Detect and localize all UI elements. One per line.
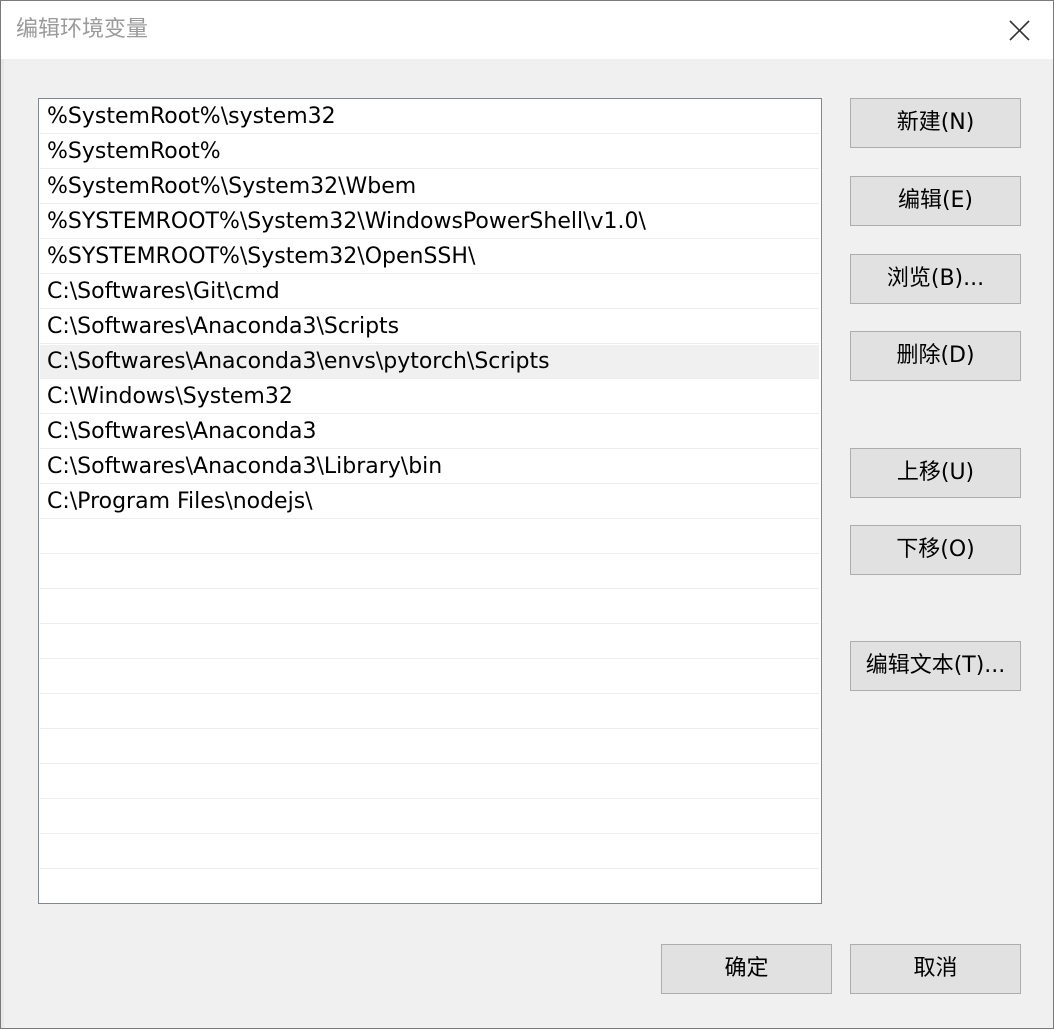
empty-list-row[interactable] — [40, 835, 819, 869]
ok-button[interactable]: 确定 — [661, 944, 832, 994]
left-edge — [1, 59, 4, 1028]
new-button[interactable]: 新建(N) — [850, 98, 1021, 148]
window-title: 编辑环境变量 — [16, 17, 149, 42]
empty-list-row[interactable] — [40, 800, 819, 834]
edit-env-variable-dialog: 编辑环境变量 %SystemRoot%\system32 %SystemRoot%… — [0, 0, 1054, 1029]
list-item-text: C:\Softwares\Anaconda3\Scripts — [47, 314, 400, 339]
list-item[interactable]: %SystemRoot%\system32 — [40, 100, 819, 134]
cancel-button[interactable]: 取消 — [850, 944, 1021, 994]
browse-button[interactable]: 浏览(B)... — [850, 254, 1021, 304]
empty-list-row[interactable] — [40, 870, 819, 903]
list-item-text: C:\Softwares\Anaconda3\envs\pytorch\Scri… — [47, 349, 550, 374]
edit-text-button[interactable]: 编辑文本(T)... — [850, 641, 1021, 691]
list-item-text: C:\Softwares\Anaconda3 — [47, 419, 317, 444]
empty-list-row[interactable] — [40, 765, 819, 799]
title-bar: 编辑环境变量 — [1, 1, 1053, 59]
list-item-text: %SystemRoot%\system32 — [47, 104, 336, 129]
list-item-text: C:\Softwares\Anaconda3\Library\bin — [47, 454, 443, 479]
move-down-button[interactable]: 下移(O) — [850, 525, 1021, 575]
list-item-text: C:\Program Files\nodejs\ — [47, 489, 313, 514]
empty-list-row[interactable] — [40, 555, 819, 589]
list-item[interactable]: C:\Program Files\nodejs\ — [40, 485, 819, 519]
list-item[interactable]: C:\Softwares\Anaconda3\envs\pytorch\Scri… — [40, 345, 819, 379]
list-item[interactable]: C:\Softwares\Anaconda3\Library\bin — [40, 450, 819, 484]
move-up-button[interactable]: 上移(U) — [850, 448, 1021, 498]
list-item[interactable]: %SYSTEMROOT%\System32\OpenSSH\ — [40, 240, 819, 274]
empty-list-row[interactable] — [40, 590, 819, 624]
empty-list-row[interactable] — [40, 625, 819, 659]
empty-list-row[interactable] — [40, 660, 819, 694]
list-item[interactable]: C:\Softwares\Anaconda3\Scripts — [40, 310, 819, 344]
delete-button[interactable]: 删除(D) — [850, 331, 1021, 381]
list-item[interactable]: %SystemRoot%\System32\Wbem — [40, 170, 819, 204]
list-item-text: C:\Softwares\Git\cmd — [47, 279, 280, 304]
empty-list-row[interactable] — [40, 695, 819, 729]
empty-list-row[interactable] — [40, 730, 819, 764]
empty-list-row[interactable] — [40, 520, 819, 554]
list-item-text: C:\Windows\System32 — [47, 384, 293, 409]
list-item[interactable]: C:\Softwares\Git\cmd — [40, 275, 819, 309]
close-button[interactable] — [997, 9, 1041, 51]
close-icon — [1009, 20, 1030, 41]
path-list[interactable]: %SystemRoot%\system32 %SystemRoot% %System… — [38, 98, 822, 904]
list-item[interactable]: %SYSTEMROOT%\System32\WindowsPowerShell\… — [40, 205, 819, 239]
list-item[interactable]: C:\Windows\System32 — [40, 380, 819, 414]
list-item-text: %SYSTEMROOT%\System32\OpenSSH\ — [47, 244, 476, 269]
list-item[interactable]: %SystemRoot% — [40, 135, 819, 169]
list-item[interactable]: C:\Softwares\Anaconda3 — [40, 415, 819, 449]
edit-button[interactable]: 编辑(E) — [850, 176, 1021, 226]
list-item-text: %SYSTEMROOT%\System32\WindowsPowerShell\… — [47, 209, 646, 234]
list-item-text: %SystemRoot% — [47, 139, 221, 164]
list-item-text: %SystemRoot%\System32\Wbem — [47, 174, 417, 199]
